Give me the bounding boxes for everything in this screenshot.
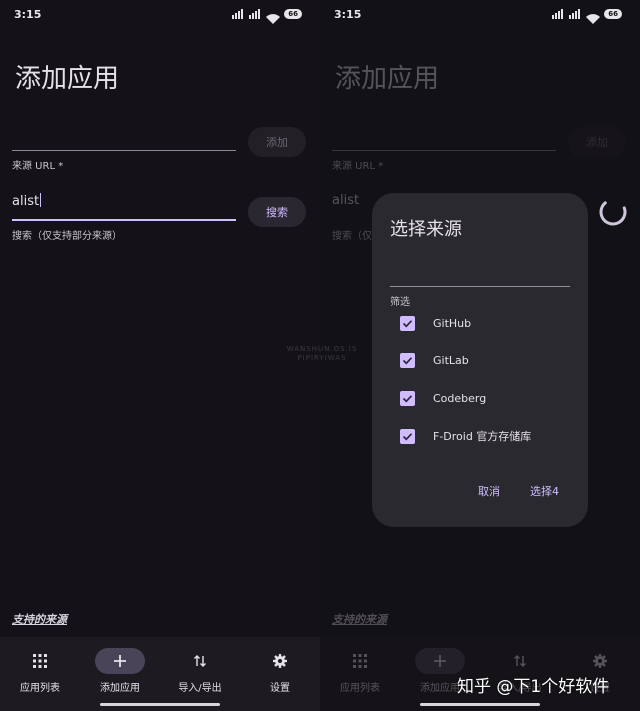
checkbox-checked-icon[interactable]	[400, 428, 415, 444]
page-title: 添加应用	[15, 64, 120, 94]
watermark-line: WANSHUN.OS.IS	[286, 345, 358, 353]
supported-sources-link[interactable]: 支持的来源	[12, 611, 67, 627]
status-bar: 3:15 66	[0, 0, 320, 30]
battery-icon: 66	[284, 9, 302, 19]
battery-icon: 66	[604, 9, 622, 19]
page-title: 添加应用	[335, 64, 440, 94]
swap-vertical-icon	[175, 648, 225, 674]
nav-item-settings[interactable]: 设置	[240, 645, 320, 697]
swap-vertical-icon	[495, 648, 545, 674]
plus-icon	[95, 648, 145, 674]
cellular-signal-icon	[552, 9, 565, 19]
nav-label: 设置	[270, 683, 290, 694]
watermark-line: PIPIRYIWAS	[297, 354, 347, 362]
checkbox-checked-icon[interactable]	[400, 390, 415, 406]
nav-label: 应用列表	[20, 683, 60, 694]
search-input-value: alist	[12, 194, 40, 209]
gear-icon	[575, 648, 625, 674]
source-option-gitlab[interactable]: GitLab	[400, 350, 469, 370]
search-input[interactable]: alist	[12, 193, 42, 209]
nav-item-import-export[interactable]: 导入/导出	[160, 645, 240, 697]
cellular-signal-icon	[249, 9, 262, 19]
add-app-screen: 3:15 66 添加应用 来源 URL * 添加 alist 搜索（仅支持部分来…	[0, 0, 320, 711]
cancel-button[interactable]: 取消	[478, 483, 500, 499]
grid-icon	[15, 648, 65, 674]
nav-label: 添加应用	[100, 683, 140, 694]
source-option-fdroid[interactable]: F-Droid 官方存储库	[400, 426, 531, 446]
supported-sources-link: 支持的来源	[332, 613, 387, 626]
add-button[interactable]: 添加	[248, 127, 306, 157]
status-bar: 3:15 66	[320, 0, 640, 30]
wifi-icon	[586, 9, 601, 24]
option-label: GitHub	[433, 316, 472, 330]
home-indicator[interactable]	[100, 703, 220, 706]
search-input: alist	[332, 193, 360, 208]
add-button: 添加	[568, 127, 626, 157]
select-source-dialog: 选择来源 筛选 GitHub GitLab Codeberg F-Droid 官…	[372, 193, 588, 527]
checkbox-checked-icon[interactable]	[400, 315, 415, 331]
option-label: Codeberg	[433, 391, 487, 405]
source-option-codeberg[interactable]: Codeberg	[400, 388, 486, 408]
nav-label: 导入/导出	[178, 683, 222, 694]
source-option-github[interactable]: GitHub	[400, 313, 471, 333]
url-input	[332, 150, 556, 151]
wifi-icon	[266, 9, 281, 24]
checkbox-checked-icon[interactable]	[400, 352, 415, 368]
dialog-title: 选择来源	[390, 219, 462, 240]
cellular-signal-icon	[232, 9, 245, 19]
nav-label: 应用列表	[340, 683, 380, 694]
select-confirm-button[interactable]: 选择4	[530, 483, 559, 499]
filter-label: 筛选	[390, 297, 410, 308]
nav-item-app-list: 应用列表	[320, 645, 400, 697]
url-field-label: 来源 URL *	[12, 161, 64, 172]
text-caret	[40, 193, 42, 207]
search-button[interactable]: 搜索	[248, 197, 306, 227]
bottom-navigation: 应用列表 添加应用 导入/导出 设置	[0, 637, 320, 711]
source-watermark: 知乎 @下1个好软件	[457, 677, 610, 697]
status-time: 3:15	[334, 8, 362, 21]
url-input[interactable]	[12, 150, 236, 151]
home-indicator[interactable]	[420, 703, 540, 706]
cellular-signal-icon	[569, 9, 582, 19]
loading-spinner-icon	[599, 198, 627, 226]
search-field-label: 搜索（仅支持部分来源）	[12, 231, 122, 242]
status-icons: 66	[552, 9, 622, 24]
filter-input[interactable]	[390, 286, 570, 287]
nav-item-app-list[interactable]: 应用列表	[0, 645, 80, 697]
option-label: F-Droid 官方存储库	[433, 430, 532, 443]
status-time: 3:15	[14, 8, 42, 21]
status-icons: 66	[232, 9, 302, 24]
watermark: WANSHUN.OS.IS PIPIRYIWAS	[282, 345, 362, 363]
option-label: GitLab	[433, 353, 469, 367]
nav-item-add-app[interactable]: 添加应用	[80, 645, 160, 697]
plus-icon	[415, 648, 465, 674]
url-field-label: 来源 URL *	[332, 161, 384, 172]
gear-icon	[255, 648, 305, 674]
grid-icon	[335, 648, 385, 674]
search-input-underline	[12, 219, 236, 221]
